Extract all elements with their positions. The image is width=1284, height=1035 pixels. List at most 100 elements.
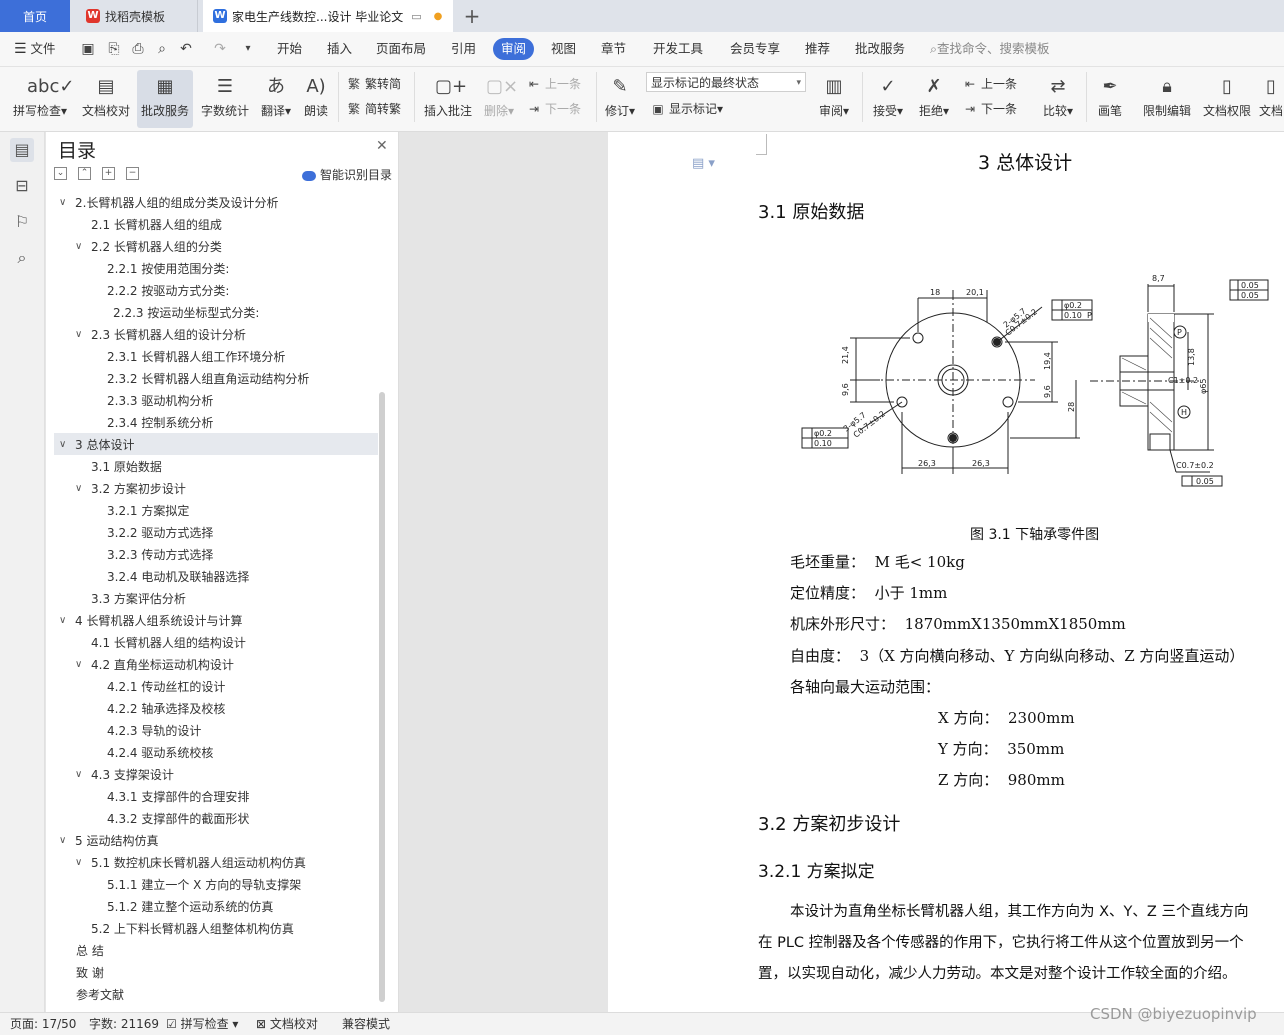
toc-item[interactable]: 参考文献 [76, 984, 124, 1006]
print-preview-icon[interactable]: ⌕ [154, 41, 170, 57]
toc-item[interactable]: 4.3.2 支撑部件的截面形状 [107, 808, 249, 830]
menu-recommend[interactable]: 推荐 [805, 32, 830, 66]
review-pane-button[interactable]: ▥ 审阅▾ [814, 70, 854, 128]
toc-item[interactable]: 4.2.3 导轨的设计 [107, 720, 201, 742]
toc-item[interactable]: ∨ 4 长臂机器人组系统设计与计算 [59, 610, 242, 632]
bookmark-icon[interactable]: ⚐ [10, 210, 34, 234]
chevron-down-icon[interactable]: ∨ [75, 654, 82, 676]
next-change-button[interactable]: ⇥ 下一条 [962, 99, 1017, 119]
chevron-down-icon[interactable]: ∨ [59, 192, 66, 214]
revise-service-button[interactable]: ▦ 批改服务 [137, 70, 193, 128]
spellcheck-button[interactable]: abc✓ 拼写检查▾ [10, 70, 74, 128]
chevron-down-icon[interactable]: ∨ [75, 324, 82, 346]
toc-item[interactable]: 4.3.1 支撑部件的合理安排 [107, 786, 249, 808]
toc-scrollbar[interactable] [379, 392, 385, 1002]
toc-item[interactable]: 3.2.3 传动方式选择 [107, 544, 213, 566]
proofread-status[interactable]: ⊠ 文档校对 [256, 1013, 318, 1035]
toc-item[interactable]: ∨ 4.2 直角坐标运动机构设计 [75, 654, 234, 676]
chevron-down-icon[interactable]: ∨ [59, 830, 66, 852]
print-icon[interactable]: ⎙ [130, 41, 146, 57]
next-comment-button[interactable]: ⇥ 下一条 [526, 99, 581, 119]
tab-template[interactable]: W 找稻壳模板 [72, 0, 198, 32]
toc-item[interactable]: ∨ 3 总体设计 [59, 434, 134, 456]
toc-item[interactable]: 2.2.1 按使用范围分类: [107, 258, 229, 280]
toc-item[interactable]: 2.1 长臂机器人组的组成 [91, 214, 222, 236]
toc-item[interactable]: 4.2.4 驱动系统校核 [107, 742, 213, 764]
close-icon[interactable]: ✕ [376, 138, 388, 154]
file-menu[interactable]: ☰ 文件 [14, 32, 56, 66]
toc-item[interactable]: 5.1.1 建立一个 X 方向的导轨支撑架 [107, 874, 301, 896]
toc-item[interactable]: 4.1 长臂机器人组的结构设计 [91, 632, 246, 654]
remove-heading-icon[interactable]: − [126, 167, 139, 180]
pen-button[interactable]: ✒ 画笔 [1092, 70, 1128, 128]
chevron-down-icon[interactable]: ∨ [59, 610, 66, 632]
toc-item[interactable]: 2.2.3 按运动坐标型式分类: [113, 302, 259, 324]
reject-button[interactable]: ✗ 拒绝▾ [914, 70, 954, 128]
tab-home[interactable]: 首页 [0, 0, 70, 32]
chevron-down-icon[interactable]: ∨ [75, 478, 82, 500]
search-icon[interactable]: ⌕ [10, 246, 34, 270]
toc-item[interactable]: ∨ 5 运动结构仿真 [59, 830, 158, 852]
paragraph-options-icon[interactable]: ▤ ▾ [692, 156, 715, 171]
read-aloud-button[interactable]: A) 朗读 [300, 70, 332, 128]
chevron-down-icon[interactable]: ∨ [59, 434, 66, 456]
toc-item[interactable]: 3.3 方案评估分析 [91, 588, 186, 610]
restrict-edit-button[interactable]: 🔒︎ 限制编辑 [1140, 70, 1194, 128]
export-pdf-icon[interactable]: ⎘ [106, 41, 122, 57]
toc-item[interactable]: ∨ 4.3 支撑架设计 [75, 764, 174, 786]
menu-member[interactable]: 会员专享 [730, 32, 780, 66]
toc-item[interactable]: 2.3.2 长臂机器人组直角运动结构分析 [107, 368, 309, 390]
spellcheck-status[interactable]: ☑ 拼写检查 ▾ [166, 1013, 238, 1035]
add-heading-icon[interactable]: + [102, 167, 115, 180]
menu-start[interactable]: 开始 [277, 32, 302, 66]
toc-item[interactable]: 2.2.2 按驱动方式分类: [107, 280, 229, 302]
trad-to-simp-button[interactable]: 繁繁转简 [346, 74, 401, 94]
undo-icon[interactable]: ↶ [178, 41, 194, 57]
menu-review[interactable]: 审阅 [493, 38, 535, 60]
toc-item[interactable]: 2.3.4 控制系统分析 [107, 412, 213, 434]
toc-item[interactable]: ∨ 2.长臂机器人组的组成分类及设计分析 [59, 192, 278, 214]
menu-developer[interactable]: 开发工具 [653, 32, 703, 66]
menu-view[interactable]: 视图 [551, 32, 576, 66]
chevron-down-icon[interactable]: ∨ [75, 764, 82, 786]
collapse-all-icon[interactable]: ⌄ [54, 167, 67, 180]
toc-item[interactable]: 3.2.2 驱动方式选择 [107, 522, 213, 544]
toc-item[interactable]: 总 结 [76, 940, 104, 962]
screen-icon[interactable]: ▭ [411, 10, 421, 23]
menu-revise-service[interactable]: 批改服务 [855, 32, 905, 66]
toc-icon[interactable]: ▤ [10, 138, 34, 162]
tab-document[interactable]: W 家电生产线数控...设计 毕业论文 ▭ ● [203, 0, 453, 32]
translate-button[interactable]: あ翻译▾ [256, 70, 296, 128]
chevron-down-icon[interactable]: ∨ [75, 236, 82, 258]
page-indicator[interactable]: 页面: 17/50 [10, 1013, 76, 1035]
markup-state-select[interactable]: 显示标记的最终状态 ▾ [646, 72, 806, 92]
menu-page-layout[interactable]: 页面布局 [376, 32, 426, 66]
toc-item[interactable]: ∨ 2.3 长臂机器人组的设计分析 [75, 324, 246, 346]
toc-item[interactable]: 3.1 原始数据 [91, 456, 162, 478]
smart-toc-button[interactable]: 智能识别目录 [302, 166, 392, 183]
menu-references[interactable]: 引用 [451, 32, 476, 66]
menu-insert[interactable]: 插入 [327, 32, 352, 66]
insert-comment-button[interactable]: ▢+ 插入批注 [420, 70, 476, 128]
word-count-indicator[interactable]: 字数: 21169 [89, 1013, 159, 1035]
toc-item[interactable]: 5.1.2 建立整个运动系统的仿真 [107, 896, 273, 918]
toc-item[interactable]: 2.3.1 长臂机器人组工作环境分析 [107, 346, 285, 368]
command-search[interactable]: ⌕查找命令、搜索模板 [930, 32, 1050, 66]
prev-change-button[interactable]: ⇤ 上一条 [962, 74, 1017, 94]
show-markup-button[interactable]: ▣ 显示标记▾ [650, 99, 723, 119]
word-count-button[interactable]: ☰ 字数统计 [197, 70, 253, 128]
accept-button[interactable]: ✓ 接受▾ [868, 70, 908, 128]
toc-item[interactable]: 致 谢 [76, 962, 104, 984]
redo-icon[interactable]: ↷ [212, 41, 228, 57]
toc-item[interactable]: 4.2.1 传动丝杠的设计 [107, 676, 225, 698]
doc-more-button[interactable]: ▯ 文档 [1258, 70, 1284, 128]
doc-check-button[interactable]: ▤ 文档校对 [78, 70, 134, 128]
toc-item[interactable]: ∨ 5.1 数控机床长臂机器人组运动机构仿真 [75, 852, 306, 874]
delete-comment-button[interactable]: ▢× 删除▾ [480, 70, 518, 128]
toc-item[interactable]: 2.3.3 驱动机构分析 [107, 390, 213, 412]
prev-comment-button[interactable]: ⇤ 上一条 [526, 74, 581, 94]
new-tab-button[interactable]: + [460, 0, 484, 32]
toc-item[interactable]: 5.2 上下料长臂机器人组整体机构仿真 [91, 918, 294, 940]
toc-item[interactable]: ∨ 3.2 方案初步设计 [75, 478, 186, 500]
toc-item[interactable]: 3.2.4 电动机及联轴器选择 [107, 566, 249, 588]
